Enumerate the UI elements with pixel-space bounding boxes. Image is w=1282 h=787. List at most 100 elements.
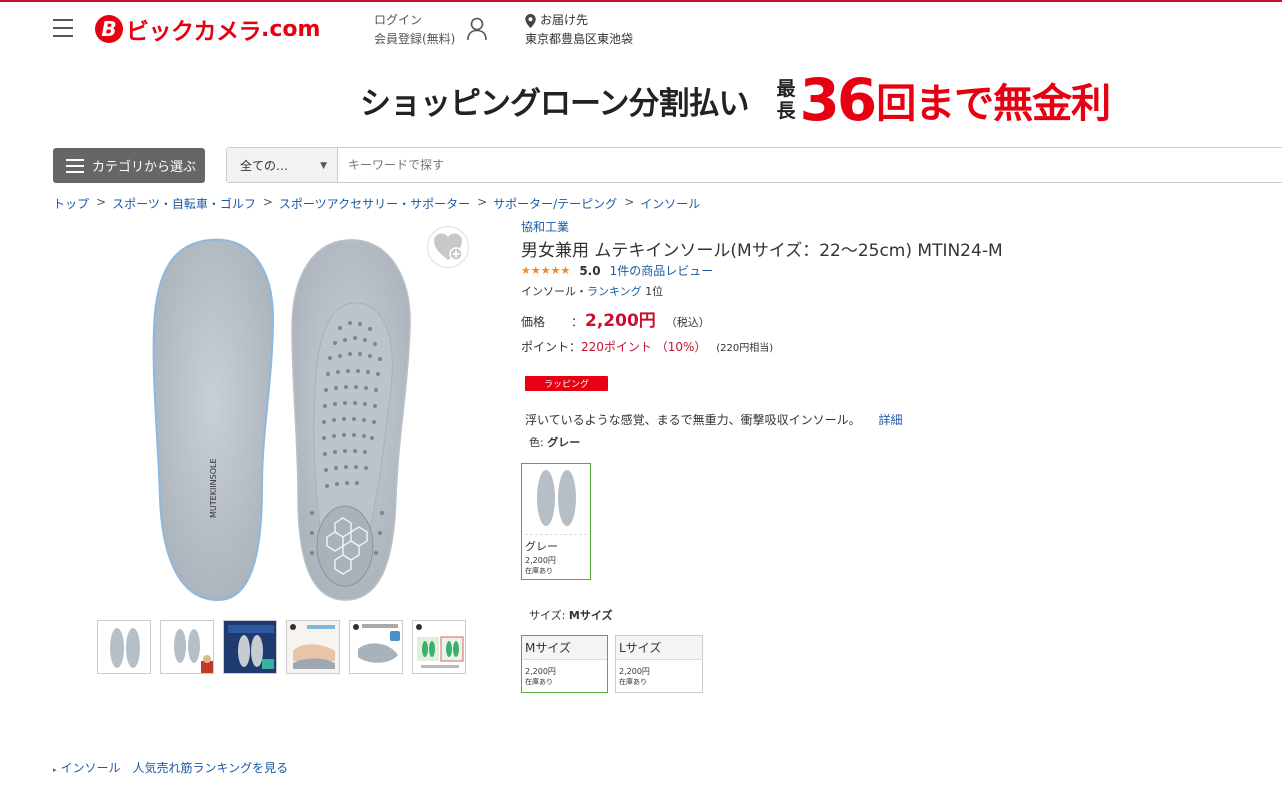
rating-score: 5.0	[579, 263, 601, 278]
search-category-value: 全ての…	[240, 158, 289, 173]
maker-link[interactable]: 協和工業	[521, 218, 569, 235]
add-favorite-button[interactable]	[427, 226, 469, 268]
promo-banner[interactable]: ショッピングローン分割払い 最 長 36 回まで無金利	[360, 60, 1255, 140]
banner-text-interest: 回まで無金利	[876, 81, 1111, 127]
banner-max-2: 長	[776, 100, 796, 122]
banner-number: 36	[799, 66, 877, 134]
size-option-l[interactable]: Lサイズ 2,200円 在庫あり	[615, 635, 703, 693]
breadcrumb-separator: >	[262, 195, 273, 209]
popular-ranking-link[interactable]: ▸ インソール 人気売れ筋ランキングを見る	[53, 759, 288, 776]
price-colon: ：	[571, 315, 584, 329]
thumbnail-5[interactable]	[349, 620, 403, 674]
detail-link[interactable]: 詳細	[878, 413, 902, 427]
thumbnail-2[interactable]	[160, 620, 214, 674]
size-option-price: 2,200円	[619, 667, 650, 676]
point-value: 220ポイント	[581, 340, 652, 354]
logo-badge: B	[95, 15, 123, 43]
star-rating-icon: ★★★★★	[521, 264, 571, 277]
thumbnail-6[interactable]	[412, 620, 466, 674]
delivery-address: 東京都豊島区東池袋	[525, 32, 634, 46]
breadcrumb-separator: >	[477, 195, 488, 209]
thumbnail-image	[110, 628, 140, 668]
top-accent-line	[0, 0, 1282, 2]
thumbnail-image	[224, 621, 276, 673]
wrapping-badge: ラッピング	[525, 376, 608, 391]
price-row: 価格 ： 2,200円 （税込）	[521, 306, 710, 331]
banner-max-1: 最	[776, 78, 796, 100]
price-value: 2,200円	[585, 311, 656, 331]
breadcrumb-insole[interactable]: インソール	[640, 195, 700, 212]
logo-domain: .com	[261, 16, 321, 42]
site-logo[interactable]: B ビックカメラ .com	[95, 14, 321, 45]
login-label: ログイン	[374, 13, 423, 27]
insole-brand-text: MUTEKIINSOLE	[209, 458, 218, 518]
tax-note: （税込）	[665, 316, 710, 329]
product-title: 男女兼用 ムテキインソール(Mサイズ：22～25cm) MTIN24-M	[521, 241, 1003, 261]
search-input[interactable]	[338, 148, 1282, 182]
description-text: 浮いているような感覚、まるで無重力、衝撃吸収インソール。	[525, 413, 861, 427]
review-link[interactable]: 1件の商品レビュー	[610, 262, 714, 279]
popular-ranking-text: インソール 人気売れ筋ランキングを見る	[60, 761, 289, 775]
chevron-right-icon: ▸	[53, 766, 57, 774]
size-label: サイズ:	[529, 609, 566, 622]
color-selector-label: 色: グレー	[529, 434, 580, 450]
rating-row: ★★★★★ 5.0 1件の商品レビュー	[521, 262, 713, 279]
size-option-m[interactable]: Mサイズ 2,200円 在庫あり	[521, 635, 608, 693]
price-label: 価格	[521, 315, 546, 329]
search-category-select[interactable]: 全ての… ▼	[227, 148, 338, 182]
size-option-price: 2,200円	[525, 667, 556, 676]
breadcrumb-top[interactable]: トップ	[53, 195, 89, 212]
ranking-position: 1位	[645, 285, 664, 298]
search-bar: 全ての… ▼	[226, 147, 1282, 183]
ranking-category: インソール・	[521, 285, 587, 298]
logo-text: ビックカメラ	[126, 19, 262, 45]
size-value: Mサイズ	[568, 609, 613, 622]
dropdown-arrow-icon: ▼	[320, 161, 327, 171]
color-option-price: 2,200円	[525, 556, 556, 565]
ranking-link[interactable]: ランキング	[587, 285, 642, 298]
color-option-stock: 在庫あり	[525, 567, 553, 575]
list-menu-icon	[66, 158, 84, 173]
breadcrumb-accessories[interactable]: スポーツアクセサリー・サポーター	[279, 195, 470, 212]
delivery-location[interactable]: お届け先 東京都豊島区東池袋	[525, 11, 633, 49]
register-label: 会員登録(無料)	[374, 32, 456, 46]
product-main-image[interactable]: MUTEKIINSOLE	[140, 228, 430, 608]
breadcrumb-separator: >	[96, 195, 107, 209]
thumbnail-image	[287, 621, 339, 673]
size-selector-label: サイズ: Mサイズ	[529, 607, 613, 623]
size-option-stock: 在庫あり	[619, 678, 647, 686]
color-option-gray[interactable]: グレー 2,200円 在庫あり	[521, 463, 591, 580]
ranking-row: インソール・ランキング 1位	[521, 283, 663, 299]
point-label: ポイント：	[521, 340, 582, 354]
thumbnail-image	[350, 621, 402, 673]
thumbnail-3[interactable]	[223, 620, 277, 674]
location-pin-icon	[525, 13, 536, 28]
thumbnail-image	[413, 621, 465, 673]
size-option-stock: 在庫あり	[525, 678, 553, 686]
thumbnail-1[interactable]	[97, 620, 151, 674]
point-row: ポイント：220ポイント （10%） (220円相当)	[521, 338, 773, 355]
breadcrumb-supporter[interactable]: サポーター/テーピング	[493, 195, 617, 212]
swatch-divider	[525, 534, 587, 535]
point-rate: （10%）	[655, 340, 707, 354]
product-description: 浮いているような感覚、まるで無重力、衝撃吸収インソール。 詳細	[525, 411, 903, 428]
user-icon[interactable]	[466, 17, 488, 41]
banner-max-label: 最 長	[776, 78, 795, 122]
point-equivalent: (220円相当)	[716, 343, 774, 354]
breadcrumb: トップ > スポーツ・自転車・ゴルフ > スポーツアクセサリー・サポーター > …	[53, 195, 700, 212]
login-link[interactable]: ログイン 会員登録(無料)	[374, 11, 455, 49]
hamburger-menu-icon[interactable]	[53, 19, 73, 37]
color-label: 色:	[529, 436, 544, 449]
category-button-label: カテゴリから選ぶ	[92, 160, 197, 175]
size-option-name: Mサイズ	[525, 641, 571, 655]
delivery-label: お届け先	[540, 13, 589, 27]
category-button[interactable]: カテゴリから選ぶ	[53, 148, 205, 183]
color-option-image	[537, 470, 576, 526]
heart-plus-icon	[434, 233, 463, 261]
thumbnail-4[interactable]	[286, 620, 340, 674]
breadcrumb-sports[interactable]: スポーツ・自転車・ゴルフ	[112, 195, 256, 212]
size-option-name: Lサイズ	[619, 641, 662, 655]
breadcrumb-separator: >	[624, 195, 635, 209]
thumbnail-image	[174, 629, 213, 673]
color-value: グレー	[547, 436, 581, 449]
